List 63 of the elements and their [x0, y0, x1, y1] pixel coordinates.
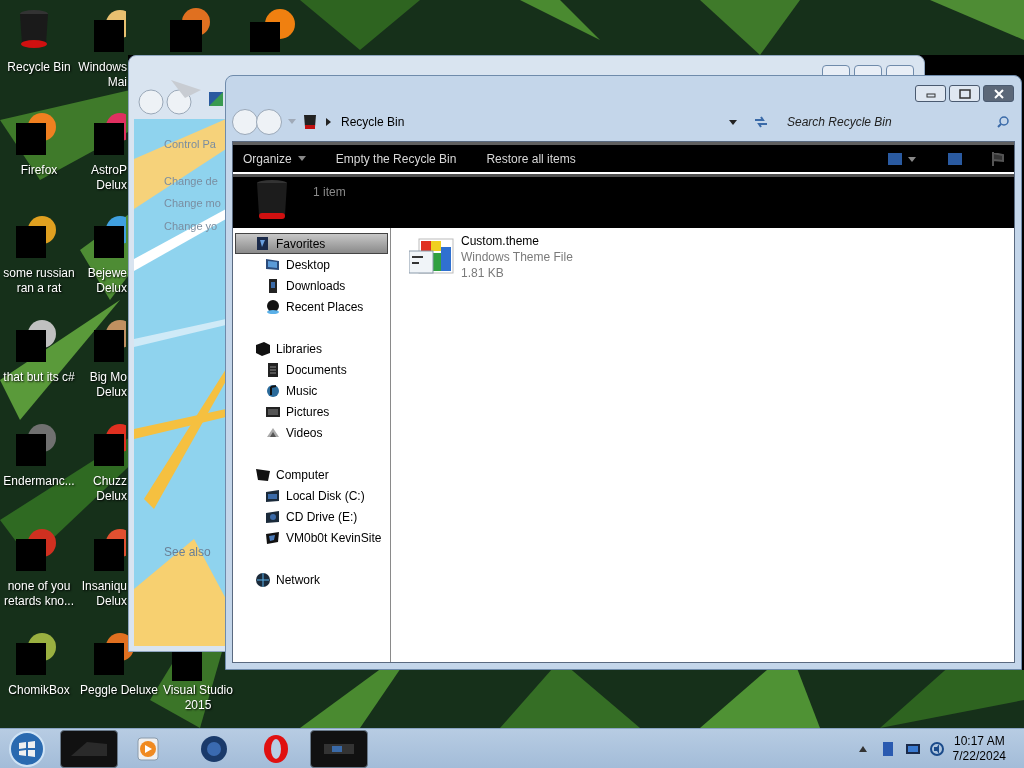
file-type: Windows Theme File [461, 249, 573, 265]
window-thumbnail-icon [71, 741, 107, 756]
desktop-icon[interactable] [168, 6, 212, 52]
preview-pane-icon[interactable] [948, 152, 962, 165]
nav-item[interactable]: CD Drive (E:) [235, 506, 388, 527]
minimize-button[interactable] [915, 85, 946, 102]
document-icon [265, 361, 281, 378]
opera-icon [264, 734, 288, 763]
clock-time[interactable]: 10:17 AM [953, 733, 1005, 749]
recycle-bin-icon [304, 114, 316, 130]
nav-item[interactable]: VM0b0t KevinSite [235, 527, 388, 548]
globe-icon [201, 735, 227, 762]
file-size: 1.81 KB [461, 265, 505, 281]
start-button[interactable] [8, 729, 46, 768]
library-icon [255, 340, 271, 357]
tray-icon[interactable] [880, 740, 895, 757]
toolbar-button[interactable]: Empty the Recycle Bin [335, 149, 457, 168]
nav-item[interactable]: Videos [235, 422, 388, 443]
nav-item[interactable]: Recent Places [235, 296, 388, 317]
toolbar-button[interactable]: Restore all items [486, 149, 576, 168]
nav-item[interactable]: Local Disk (C:) [235, 485, 388, 506]
arrow-icon[interactable] [326, 118, 331, 126]
nav-item[interactable]: Computer [235, 464, 388, 485]
speaker-icon[interactable] [928, 740, 945, 757]
nav-item[interactable]: Network [235, 569, 388, 590]
file-name: Custom.theme [461, 233, 541, 249]
caret-icon [297, 156, 306, 161]
control-panel-icon [209, 92, 223, 106]
breadcrumb[interactable]: Recycle Bin [341, 113, 721, 131]
search-icon[interactable] [997, 116, 1009, 128]
music-icon [265, 382, 281, 399]
taskbar-button[interactable] [310, 729, 368, 768]
explorer-thumbnail-icon [324, 743, 354, 754]
clock-date[interactable]: 7/22/2024 [952, 748, 1006, 764]
taskbar-button[interactable] [60, 729, 118, 768]
chevron-up-icon[interactable] [858, 745, 867, 752]
maximize-icon [956, 88, 973, 99]
toolbar-button[interactable]: Organize [243, 149, 306, 168]
disc-drive-icon [265, 508, 281, 525]
network-drive-icon [265, 529, 281, 546]
dropdown-icon[interactable] [729, 119, 737, 125]
view-icon[interactable] [888, 152, 918, 165]
monitor-icon[interactable] [904, 741, 921, 756]
theme-file-icon [409, 237, 455, 275]
globe-icon [255, 571, 271, 588]
refresh-icon[interactable] [753, 115, 769, 129]
media-player-icon [137, 736, 159, 761]
nav-item[interactable]: Favorites [235, 233, 388, 254]
maximize-button[interactable] [949, 85, 980, 102]
monitor-icon [265, 256, 281, 273]
disk-drive-icon [265, 487, 281, 504]
file-item[interactable]: Custom.theme Windows Theme File 1.81 KB [409, 233, 609, 281]
item-count: 1 item [313, 184, 346, 201]
nav-item[interactable]: Libraries [235, 338, 388, 359]
nav-item[interactable]: Documents [235, 359, 388, 380]
computer-icon [255, 466, 271, 483]
nav-item[interactable]: Music [235, 380, 388, 401]
nav-item[interactable]: Desktop [235, 254, 388, 275]
nav-item[interactable]: Downloads [235, 275, 388, 296]
nav-item[interactable]: Pictures [235, 401, 388, 422]
close-button[interactable] [983, 85, 1014, 102]
help-icon[interactable] [992, 151, 1004, 166]
search-field[interactable]: Search Recycle Bin [787, 113, 997, 131]
